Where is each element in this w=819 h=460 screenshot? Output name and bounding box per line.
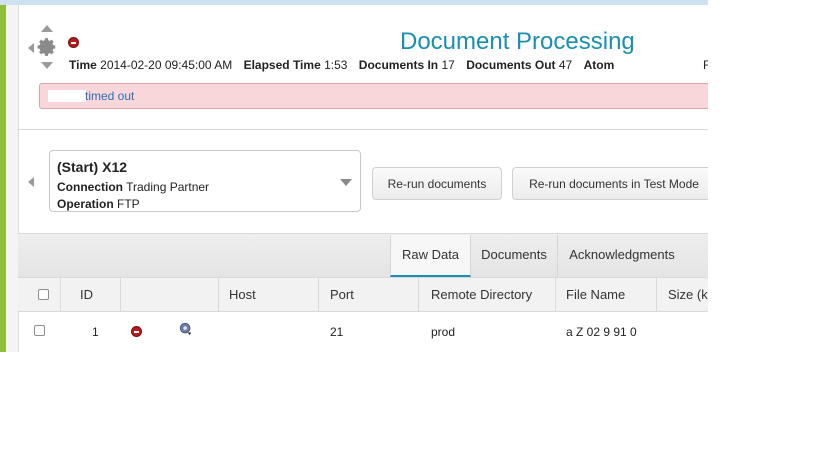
row-error-icon bbox=[131, 326, 142, 337]
row-id: 1 bbox=[92, 325, 99, 339]
column-header-host[interactable]: Host bbox=[229, 287, 256, 302]
column-divider bbox=[318, 277, 319, 312]
column-divider bbox=[60, 277, 61, 312]
column-divider bbox=[555, 277, 556, 312]
previous-up-arrow-icon[interactable] bbox=[41, 25, 53, 32]
elapsed-label: Elapsed Time bbox=[243, 58, 321, 72]
error-alert: timed out bbox=[39, 83, 708, 109]
column-divider bbox=[120, 277, 121, 312]
column-header-remote-directory[interactable]: Remote Directory bbox=[431, 287, 532, 302]
step-selector[interactable]: (Start) X12 Connection Trading Partner O… bbox=[49, 150, 361, 212]
section-divider bbox=[18, 129, 708, 130]
meta-truncated: F bbox=[703, 58, 708, 72]
column-header-file-name[interactable]: File Name bbox=[566, 287, 625, 302]
step-name: (Start) X12 bbox=[57, 159, 128, 175]
column-divider bbox=[218, 277, 219, 312]
error-status-icon bbox=[68, 37, 79, 48]
chevron-down-icon[interactable] bbox=[340, 179, 352, 186]
step-operation: Operation FTP bbox=[57, 197, 140, 211]
column-header-id[interactable]: ID bbox=[80, 287, 93, 302]
redacted-text bbox=[48, 90, 86, 102]
next-down-arrow-icon[interactable] bbox=[41, 62, 53, 69]
previous-left-arrow-icon[interactable] bbox=[28, 43, 34, 53]
documents-in-value: 17 bbox=[441, 58, 455, 72]
step-connection: Connection Trading Partner bbox=[57, 180, 209, 194]
row-file-name: a Z 02 9 91 0 bbox=[566, 325, 637, 339]
rerun-test-mode-button[interactable]: Re-run documents in Test Mode bbox=[512, 167, 708, 200]
process-log-icon[interactable] bbox=[179, 322, 193, 336]
atom-label: Atom bbox=[583, 58, 615, 72]
page-title: Document Processing bbox=[400, 28, 635, 55]
tab-raw-data[interactable]: Raw Data bbox=[390, 235, 471, 277]
row-checkbox[interactable] bbox=[34, 325, 45, 336]
top-bar bbox=[0, 0, 708, 5]
tab-documents[interactable]: Documents bbox=[471, 235, 558, 277]
rerun-documents-button[interactable]: Re-run documents bbox=[372, 167, 502, 200]
documents-in-label: Documents In bbox=[358, 58, 439, 72]
gear-icon[interactable] bbox=[36, 36, 58, 58]
row-port: 21 bbox=[330, 325, 344, 339]
time-value: 2014-02-20 09:45:00 AM bbox=[100, 58, 233, 72]
elapsed-value: 1:53 bbox=[324, 58, 348, 72]
operation-label: Operation bbox=[57, 197, 114, 211]
column-header-port[interactable]: Port bbox=[330, 287, 354, 302]
time-label: Time bbox=[69, 58, 97, 72]
documents-out-label: Documents Out bbox=[466, 58, 556, 72]
select-all-checkbox[interactable] bbox=[38, 289, 49, 300]
operation-value: FTP bbox=[117, 197, 140, 211]
row-remote-directory: prod bbox=[431, 325, 456, 339]
column-header-size[interactable]: Size (k bbox=[668, 287, 708, 302]
tab-acknowledgments[interactable]: Acknowledgments bbox=[558, 235, 686, 277]
connection-value: Trading Partner bbox=[126, 180, 210, 194]
documents-out-value: 47 bbox=[558, 58, 573, 72]
column-divider bbox=[418, 277, 419, 312]
alert-message-link[interactable]: timed out bbox=[85, 89, 134, 103]
connection-label: Connection bbox=[57, 180, 123, 194]
app-window: Document Processing Time 2014-02-20 09:4… bbox=[0, 0, 708, 352]
process-meta: Time 2014-02-20 09:45:00 AM Elapsed Time… bbox=[69, 58, 614, 72]
column-divider bbox=[656, 277, 657, 312]
step-previous-arrow-icon[interactable] bbox=[28, 177, 34, 187]
